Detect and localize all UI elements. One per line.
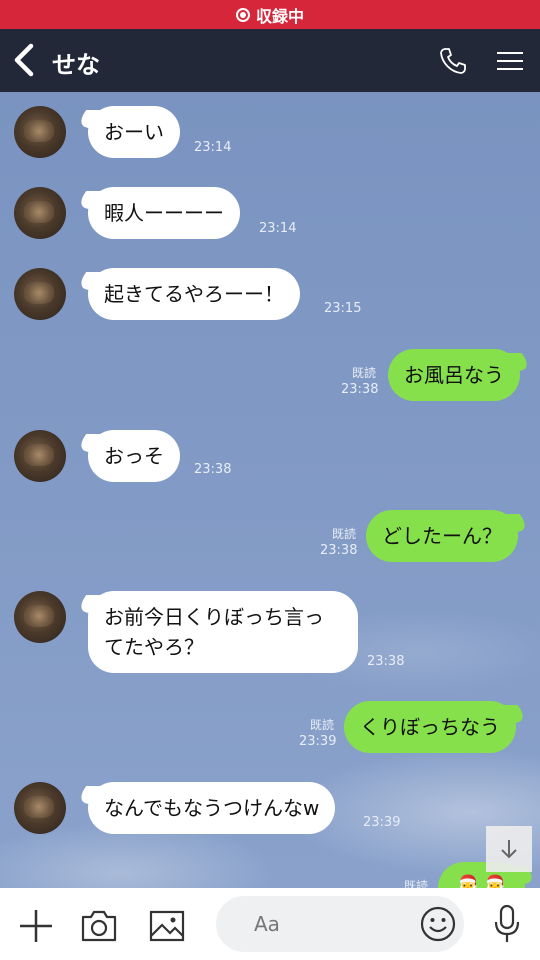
message-bubble-incoming[interactable]: おーい: [88, 106, 180, 158]
camera-icon[interactable]: [80, 909, 118, 943]
message-time: 23:39: [363, 815, 401, 830]
chat-area[interactable]: おーい 23:14 暇人ーーーー 23:14 起きてるやろーー！ 23:15 既…: [0, 92, 540, 888]
message-time: 23:39: [299, 734, 337, 749]
message-bubble-incoming[interactable]: おっそ: [88, 430, 180, 482]
message-bubble-outgoing[interactable]: くりぼっちなう: [344, 701, 516, 753]
plus-icon[interactable]: [18, 908, 54, 944]
message-bubble-incoming[interactable]: なんでもなうつけんなw: [88, 782, 336, 834]
back-icon[interactable]: [12, 43, 36, 77]
message-time: 23:14: [259, 221, 297, 236]
message-bubble-incoming[interactable]: 起きてるやろーー！: [88, 268, 300, 320]
message-time: 23:15: [324, 301, 362, 316]
message-time: 23:38: [194, 462, 232, 477]
message-time: 23:38: [341, 382, 379, 397]
scroll-to-bottom-button[interactable]: [486, 826, 532, 872]
read-receipt: 既読: [404, 879, 429, 888]
recording-bar: 収録中: [0, 0, 540, 29]
phone-icon[interactable]: [438, 46, 468, 76]
record-icon: [235, 7, 250, 22]
read-receipt: 既読: [310, 718, 335, 732]
message-bubble-outgoing[interactable]: どしたーん？: [366, 510, 518, 562]
message-bubble-incoming[interactable]: お前今日くりぼっち言ってたやろ？: [88, 591, 358, 673]
menu-icon[interactable]: [496, 51, 524, 71]
avatar[interactable]: [14, 430, 66, 482]
message-bubble-incoming[interactable]: 暇人ーーーー: [88, 187, 240, 239]
emoji-icon[interactable]: [420, 906, 456, 942]
image-icon[interactable]: [148, 909, 186, 943]
recording-label: 収録中: [255, 6, 304, 26]
chat-title[interactable]: せな: [52, 45, 100, 80]
message-time: 23:38: [320, 543, 358, 558]
message-time: 23:14: [194, 140, 232, 155]
avatar[interactable]: [14, 187, 66, 239]
avatar[interactable]: [14, 591, 66, 643]
read-receipt: 既読: [352, 366, 377, 380]
avatar[interactable]: [14, 106, 66, 158]
arrow-down-icon: [501, 840, 517, 859]
message-bubble-outgoing[interactable]: お風呂なう: [388, 349, 520, 401]
chat-header: せな: [0, 29, 540, 92]
avatar[interactable]: [14, 782, 66, 834]
avatar[interactable]: [14, 268, 66, 320]
message-time: 23:38: [367, 654, 405, 669]
composer-bar: [0, 888, 540, 960]
microphone-icon[interactable]: [492, 904, 522, 944]
read-receipt: 既読: [332, 527, 357, 541]
